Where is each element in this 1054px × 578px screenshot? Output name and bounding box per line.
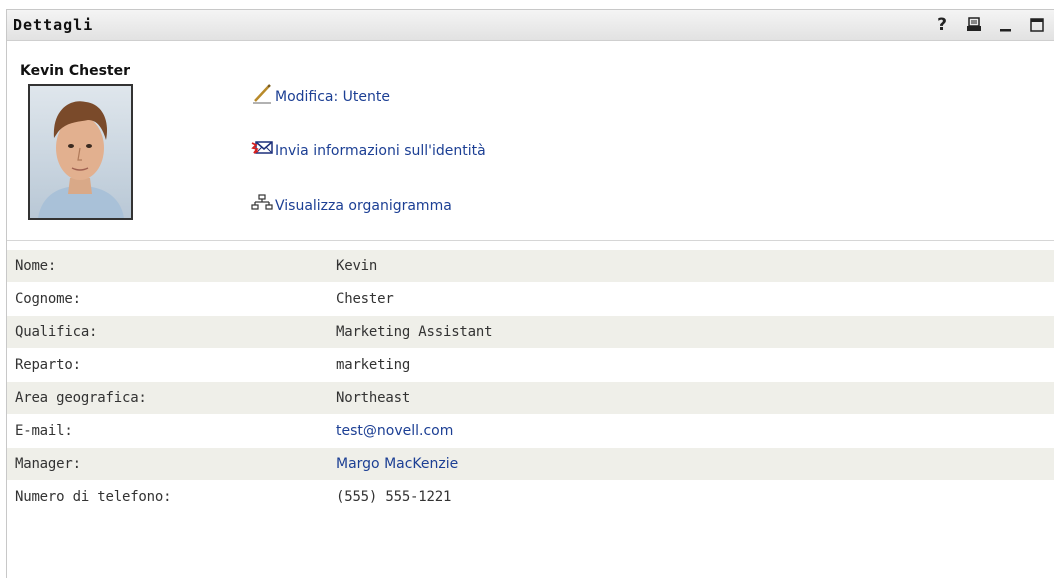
portlet-title: Dettagli (13, 16, 94, 34)
field-value: marketing (336, 357, 411, 373)
field-label: Reparto: (15, 357, 81, 373)
details-row-email: E-mail: test@novell.com (7, 415, 1054, 448)
email-link[interactable]: test@novell.com (336, 423, 453, 439)
details-row-department: Reparto: marketing (7, 349, 1054, 382)
field-label: Area geografica: (15, 390, 147, 406)
details-row-phone: Numero di telefono: (555) 555-1221 (7, 481, 1054, 514)
view-org-chart-action[interactable]: Visualizza organigramma (251, 192, 452, 214)
details-table: Nome: Kevin Cognome: Chester Qualifica: … (7, 250, 1054, 514)
field-label: E-mail: (15, 423, 73, 439)
maximize-icon[interactable] (1027, 14, 1047, 36)
user-header: Kevin Chester Modifica: Utente Invia inf… (7, 41, 1054, 240)
section-divider (7, 240, 1054, 241)
user-photo (28, 84, 133, 220)
details-row-manager: Manager: Margo MacKenzie (7, 448, 1054, 481)
help-button[interactable]: ? (932, 14, 952, 36)
minimize-icon[interactable] (996, 14, 1016, 36)
field-value: Marketing Assistant (336, 324, 493, 340)
print-icon[interactable] (964, 14, 984, 36)
details-row-title: Qualifica: Marketing Assistant (7, 316, 1054, 349)
field-label: Numero di telefono: (15, 489, 172, 505)
details-portlet: Dettagli ? Kevin Chester Modifica: Utent… (6, 9, 1054, 578)
send-identity-action[interactable]: Invia informazioni sull'identità (251, 137, 486, 159)
details-row-region: Area geografica: Northeast (7, 382, 1054, 415)
envelope-icon (251, 137, 273, 159)
org-chart-icon (251, 192, 273, 214)
send-identity-link[interactable]: Invia informazioni sull'identità (275, 143, 486, 159)
manager-link[interactable]: Margo MacKenzie (336, 456, 458, 472)
pencil-icon (251, 83, 273, 105)
field-value: Chester (336, 291, 394, 307)
edit-user-link[interactable]: Modifica: Utente (275, 89, 390, 105)
field-label: Manager: (15, 456, 81, 472)
field-value: (555) 555-1221 (336, 489, 452, 505)
field-value: Northeast (336, 390, 411, 406)
field-label: Cognome: (15, 291, 81, 307)
field-label: Qualifica: (15, 324, 98, 340)
details-row-first-name: Nome: Kevin (7, 250, 1054, 283)
details-row-last-name: Cognome: Chester (7, 283, 1054, 316)
edit-user-action[interactable]: Modifica: Utente (251, 83, 390, 105)
user-full-name: Kevin Chester (20, 63, 131, 79)
portlet-titlebar: Dettagli ? (7, 10, 1054, 41)
view-org-chart-link[interactable]: Visualizza organigramma (275, 198, 452, 214)
field-label: Nome: (15, 258, 57, 274)
field-value: Kevin (336, 258, 378, 274)
